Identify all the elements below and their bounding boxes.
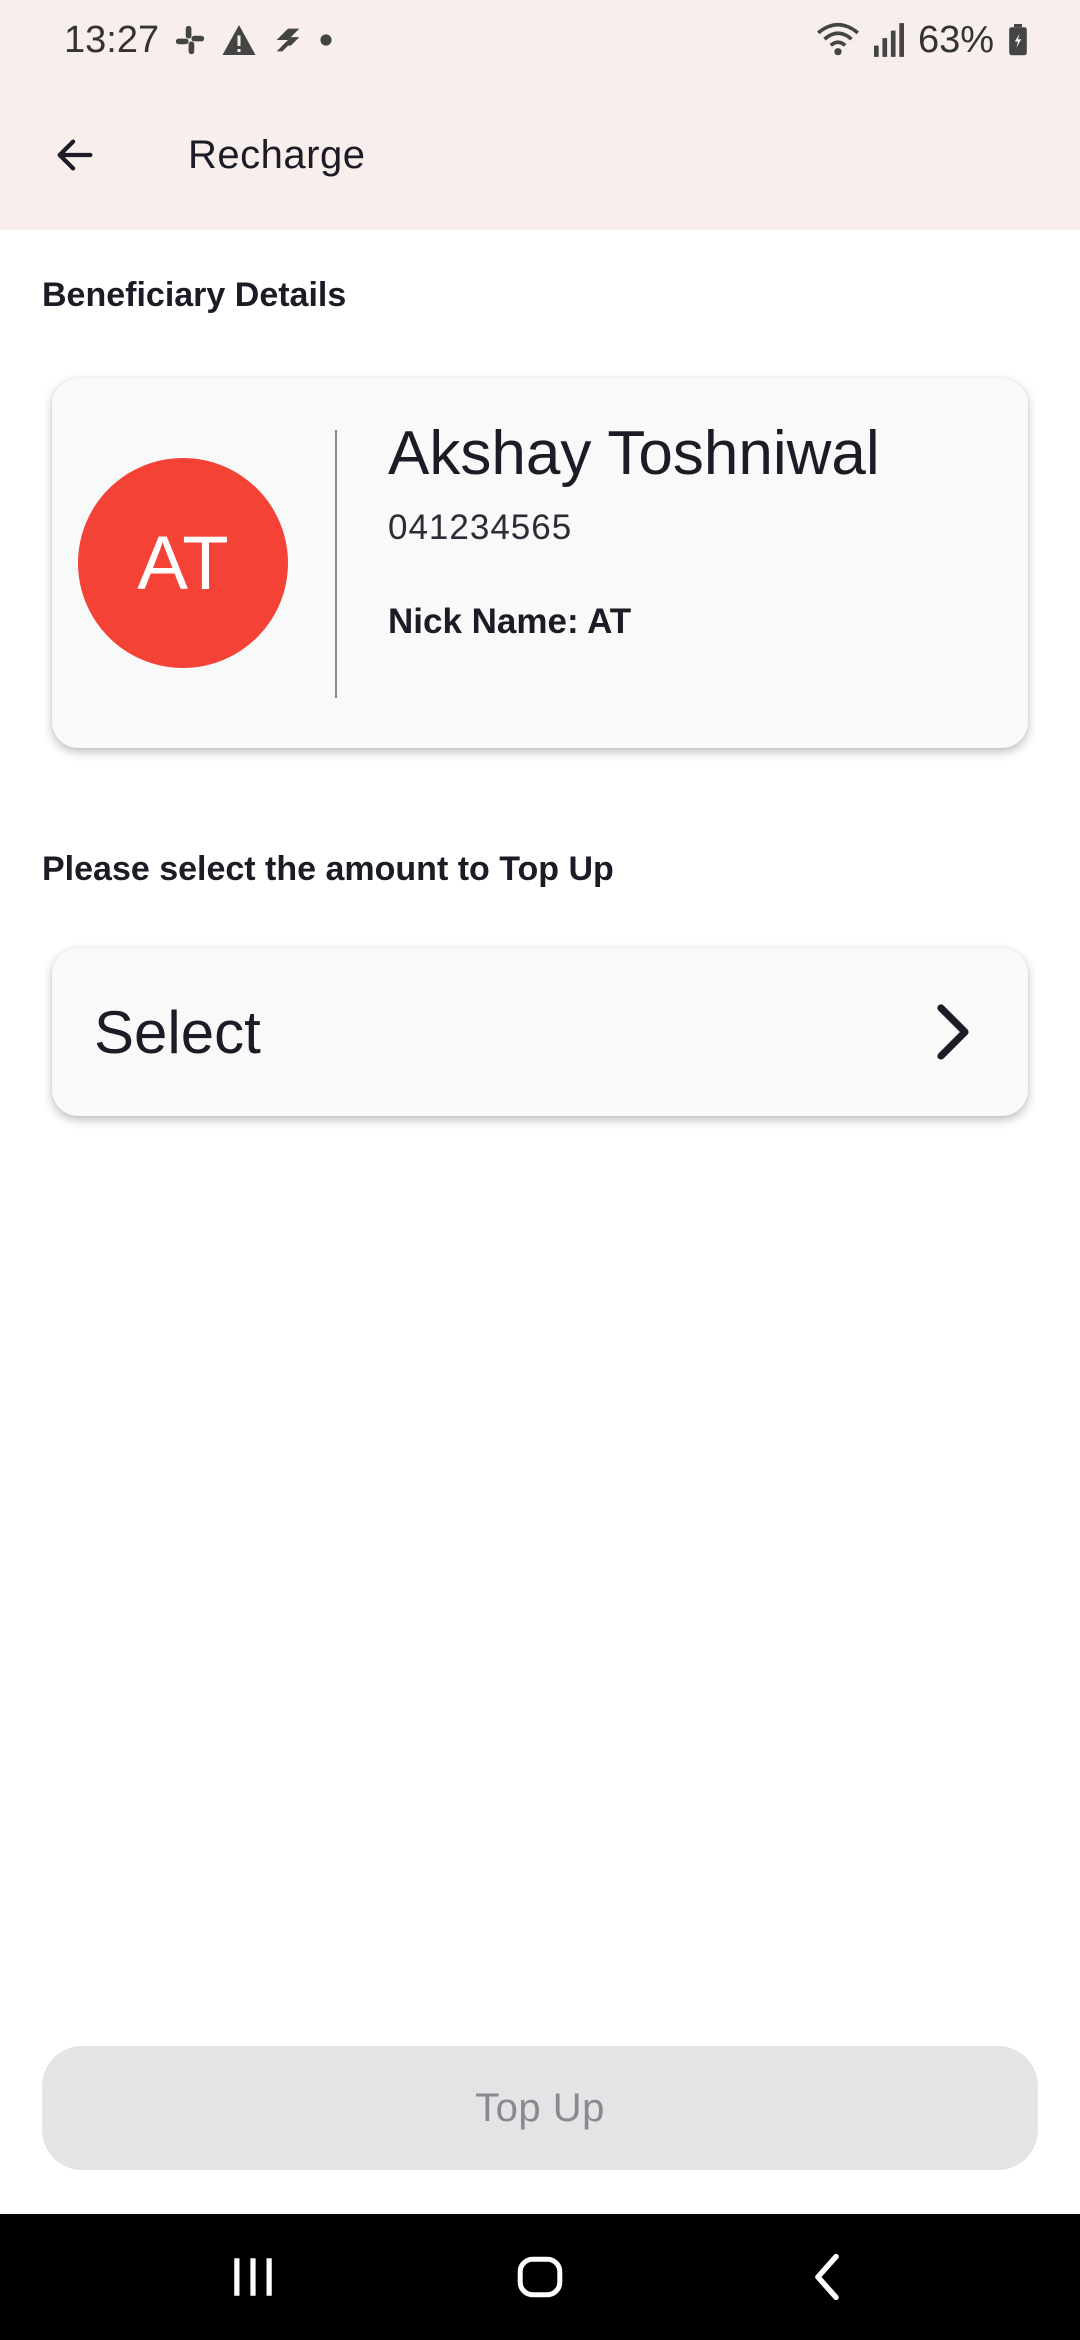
jira-icon	[271, 23, 305, 57]
nav-back-button[interactable]	[747, 2227, 907, 2327]
topup-button[interactable]: Top Up	[42, 2046, 1038, 2170]
wifi-icon	[816, 22, 860, 58]
signal-icon	[873, 23, 904, 57]
recents-button[interactable]	[173, 2227, 333, 2327]
back-button[interactable]	[0, 80, 150, 230]
card-divider	[335, 430, 337, 698]
app-bar: Recharge	[0, 80, 1080, 230]
warning-icon	[221, 23, 257, 57]
slack-icon	[173, 23, 207, 57]
status-time: 13:27	[64, 18, 160, 61]
battery-icon	[1008, 24, 1028, 56]
header-area: 13:27 63% Recharge	[0, 0, 1080, 230]
recharge-screen: 13:27 63% Recharge Beneficiary Details A…	[0, 0, 1080, 2340]
topup-button-label: Top Up	[475, 2085, 605, 2130]
battery-percent: 63%	[917, 18, 994, 61]
system-nav-bar	[0, 2214, 1080, 2340]
recents-icon	[234, 2258, 273, 2296]
dot-icon	[319, 33, 333, 47]
status-right: 63%	[816, 19, 1028, 62]
status-bar: 13:27 63%	[0, 0, 1080, 80]
beneficiary-nickname: Nick Name: AT	[388, 602, 632, 641]
amount-select-label: Select	[94, 998, 261, 1066]
beneficiary-number: 041234565	[388, 508, 573, 547]
beneficiary-name: Akshay Toshniwal	[388, 419, 880, 488]
status-left: 13:27	[64, 19, 333, 62]
beneficiary-card: AT Akshay Toshniwal 041234565 Nick Name:…	[52, 378, 1028, 748]
amount-section-label: Please select the amount to Top Up	[42, 850, 614, 888]
avatar-initials: AT	[137, 520, 229, 606]
chevron-right-icon	[937, 1004, 969, 1060]
avatar: AT	[78, 458, 288, 668]
page-title: Recharge	[188, 132, 366, 177]
amount-select[interactable]: Select	[52, 948, 1028, 1116]
back-icon	[814, 2253, 839, 2301]
arrow-left-icon	[57, 139, 93, 171]
beneficiary-section-label: Beneficiary Details	[42, 276, 347, 314]
home-icon	[517, 2256, 563, 2298]
home-button[interactable]	[460, 2227, 620, 2327]
